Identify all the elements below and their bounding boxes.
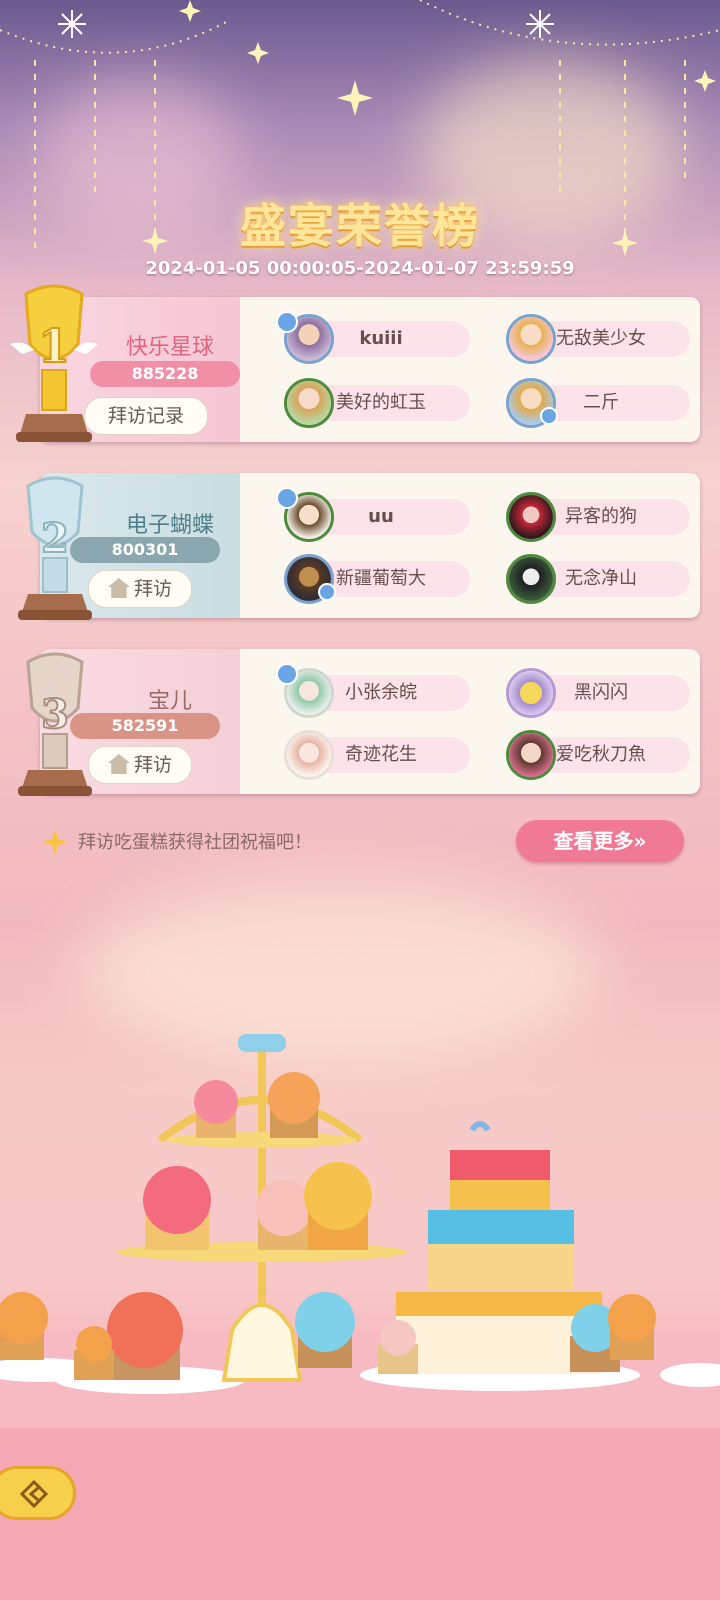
sparkle-icon [42, 829, 68, 855]
visit-button[interactable]: 拜访 [88, 746, 192, 784]
trophy-bronze-icon: 3 [18, 652, 92, 796]
visit-button-label: 拜访 [133, 578, 172, 600]
visit-button[interactable]: 拜访 [88, 570, 192, 608]
admin-badge-icon [276, 663, 298, 685]
svg-text:1: 1 [38, 319, 70, 373]
back-arrow-icon [19, 1479, 49, 1509]
trophy-silver-icon: 2 [18, 476, 92, 620]
club-name: 电子蝴蝶 [125, 513, 214, 538]
house-icon [107, 754, 130, 774]
member-avatar[interactable] [506, 314, 556, 364]
admin-badge-icon [540, 407, 558, 425]
svg-text:2: 2 [41, 515, 69, 562]
admin-badge-icon [276, 311, 298, 333]
trophy-gold-icon: 1 [10, 284, 98, 442]
members-panel: 小张余皖 黑闪闪 奇迹花生 爱吃秋刀魚 [240, 649, 700, 794]
event-date-range: 2024-01-05 00:00:05-2024-01-07 23:59:59 [145, 258, 575, 279]
members-panel: uu 异客的狗 新疆葡萄大 无念净山 [240, 473, 700, 618]
club-name: 快乐星球 [125, 335, 214, 360]
visit-button-label: 拜访 [133, 754, 172, 776]
hint-text: 拜访吃蛋糕获得社团祝福吧！ [78, 832, 312, 853]
view-more-button[interactable]: 查看更多» [516, 820, 684, 862]
club-score: 885228 [90, 361, 240, 387]
members-panel: kuiii 无敌美少女 美好的虹玉 二斤 [240, 297, 700, 442]
rank-card-1: 快乐星球 885228 拜访记录 kuiii 无敌美少女 美好的虹玉 二斤 [40, 297, 700, 442]
member-avatar[interactable] [506, 668, 556, 718]
club-name: 宝儿 [147, 689, 192, 714]
page-title: 盛宴荣誉榜 [240, 199, 480, 253]
admin-badge-icon [318, 583, 336, 601]
house-icon [107, 578, 130, 598]
back-button[interactable] [0, 1466, 76, 1520]
member-avatar[interactable] [284, 378, 334, 428]
member-avatar[interactable] [506, 554, 556, 604]
member-avatar[interactable] [506, 492, 556, 542]
admin-badge-icon [276, 487, 298, 509]
rank-card-3: 宝儿 582591 拜访 小张余皖 黑闪闪 奇迹花生 爱吃秋刀魚 [40, 649, 700, 794]
svg-text:3: 3 [41, 691, 69, 738]
member-avatar[interactable] [506, 730, 556, 780]
dessert-stand-illustration [0, 1034, 720, 1394]
floor [0, 1428, 720, 1600]
rank-card-2: 电子蝴蝶 800301 拜访 uu 异客的狗 新疆葡萄大 无念净山 [40, 473, 700, 618]
member-avatar[interactable] [284, 730, 334, 780]
